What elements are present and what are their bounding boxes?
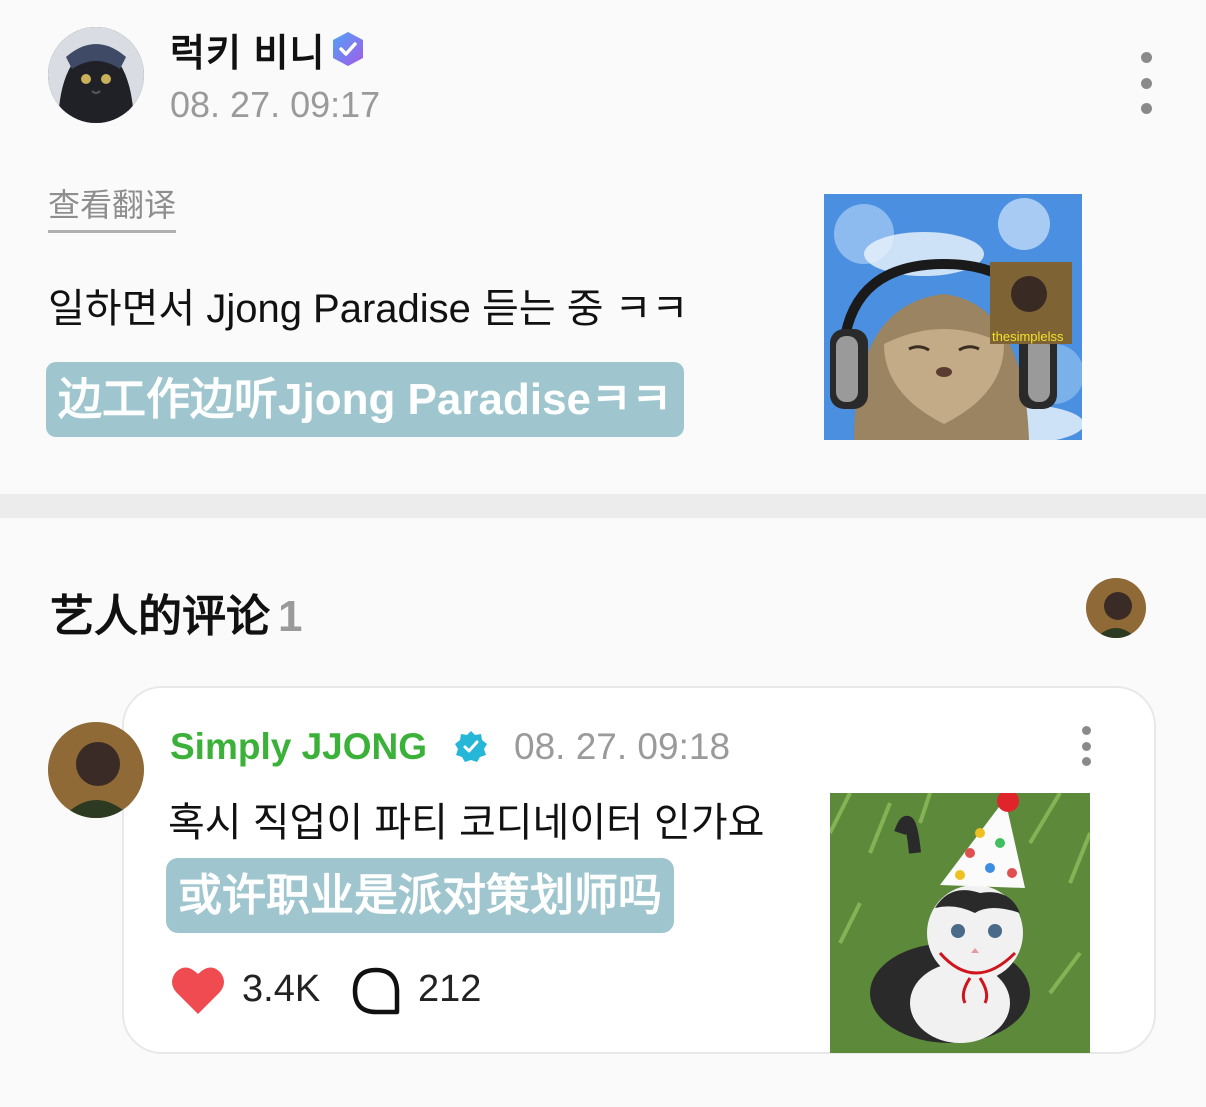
reply-count: 212 (418, 968, 482, 1010)
section-divider (0, 494, 1206, 518)
comment-text: 혹시 직업이 파티 코디네이터 인가요 (168, 801, 765, 845)
post-translation: 边工作边听Jjong Paradiseㅋㅋ (46, 362, 684, 437)
artist-comments-label: 艺人的评论 (50, 592, 270, 641)
post-card: 럭키 비니 08. 27. 09:17 查看翻译 일하면서 Jjong Para… (0, 0, 1206, 494)
author-avatar[interactable] (48, 27, 144, 123)
verified-badge-icon (333, 32, 363, 66)
post-image[interactable]: thesimplelss (824, 194, 1082, 440)
commenter-avatar[interactable] (48, 722, 144, 818)
author-name[interactable]: 럭키 비니 (170, 22, 325, 77)
verified-badge-icon (455, 731, 487, 762)
post-timestamp: 08. 27. 09:17 (170, 84, 381, 125)
comment-bubble-icon[interactable] (350, 966, 402, 1016)
comment-more-options-icon[interactable] (1076, 726, 1096, 766)
view-translation-link[interactable]: 查看翻译 (48, 180, 177, 233)
artist-comments-title: 艺人的评论 1 (50, 580, 302, 644)
post-text: 일하면서 Jjong Paradise 듣는 중 ㅋㅋ (48, 287, 689, 331)
heart-icon[interactable] (170, 964, 226, 1016)
post-image-caption: thesimplelss (992, 329, 1064, 344)
artist-avatar-small[interactable] (1086, 578, 1146, 638)
more-options-icon[interactable] (1130, 52, 1162, 114)
artist-comments-count: 1 (278, 592, 303, 641)
comment-timestamp: 08. 27. 09:18 (514, 726, 731, 767)
comment-image[interactable] (830, 793, 1090, 1053)
commenter-name[interactable]: Simply JJONG (170, 726, 427, 768)
comment-translation: 或许职业是派对策划师吗 (166, 858, 674, 933)
like-count: 3.4K (242, 968, 321, 1010)
